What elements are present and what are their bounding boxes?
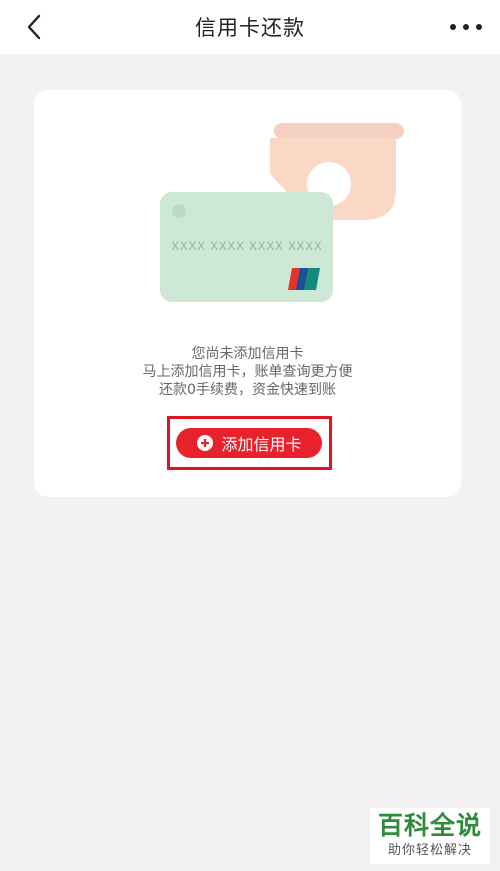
empty-state-message: 您尚未添加信用卡 马上添加信用卡，账单查询更方便 还款0手续费，资金快速到账 [34, 345, 461, 399]
more-button[interactable] [444, 12, 488, 42]
watermark-title: 百科全说 [377, 811, 482, 840]
unionpay-logo [288, 268, 320, 290]
sleeve-shape [274, 123, 404, 139]
add-credit-card-label: 添加信用卡 [221, 435, 302, 454]
card-number-text: XXXX XXXX XXXX XXXX [171, 241, 322, 253]
more-dots-icon [450, 24, 482, 30]
add-credit-card-button[interactable]: 添加信用卡 [176, 428, 322, 458]
page-title: 信用卡还款 [195, 16, 305, 40]
plus-circle-icon [197, 435, 214, 451]
top-nav-bar: 信用卡还款 [0, 0, 500, 54]
chevron-left-icon [27, 14, 41, 40]
watermark-subtitle: 助你轻松解决 [387, 843, 472, 858]
empty-state-card: XXXX XXXX XXXX XXXX 您尚未添加信用卡 马上添加信用卡，账单查… [34, 90, 461, 497]
empty-state-line-1: 您尚未添加信用卡 [191, 346, 304, 362]
highlight-box: 添加信用卡 [167, 416, 332, 470]
watermark-logo: 百科全说 助你轻松解决 [370, 808, 490, 864]
empty-state-line-2: 马上添加信用卡，账单查询更方便 [142, 364, 353, 380]
card-chip [172, 204, 186, 218]
credit-card-illustration: XXXX XXXX XXXX XXXX [160, 123, 404, 302]
back-button[interactable] [14, 10, 54, 44]
empty-state-line-3: 还款0手续费，资金快速到账 [159, 382, 336, 398]
